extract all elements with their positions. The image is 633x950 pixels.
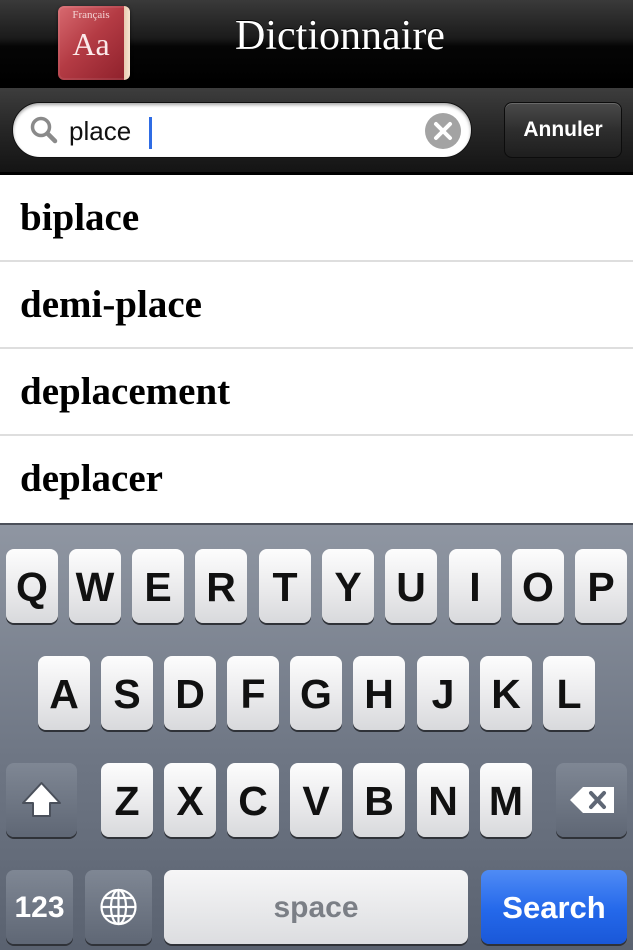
- page-title: Dictionnaire: [235, 13, 445, 59]
- globe-key[interactable]: [85, 870, 152, 944]
- list-item-word: deplacement: [20, 370, 231, 413]
- key-i[interactable]: I: [449, 549, 501, 623]
- list-item[interactable]: deplacer: [0, 436, 633, 523]
- key-t[interactable]: T: [259, 549, 311, 623]
- shift-arrow-icon: [22, 782, 61, 817]
- app-icon-language: Français: [72, 9, 110, 21]
- key-d[interactable]: D: [164, 656, 216, 730]
- list-item[interactable]: demi-place: [0, 262, 633, 349]
- search-bar: place Annuler: [0, 88, 633, 174]
- shift-key[interactable]: [6, 763, 77, 837]
- numbers-key[interactable]: 123: [6, 870, 73, 944]
- key-q[interactable]: Q: [6, 549, 58, 623]
- key-f[interactable]: F: [227, 656, 279, 730]
- text-caret: [149, 117, 152, 149]
- delete-key[interactable]: [556, 763, 627, 837]
- search-key[interactable]: Search: [481, 870, 627, 944]
- list-item[interactable]: biplace: [0, 175, 633, 262]
- globe-icon: [100, 888, 137, 926]
- key-l[interactable]: L: [543, 656, 595, 730]
- space-key[interactable]: space: [164, 870, 468, 944]
- key-j[interactable]: J: [417, 656, 469, 730]
- list-item-word: demi-place: [20, 283, 202, 326]
- key-o[interactable]: O: [512, 549, 564, 623]
- key-k[interactable]: K: [480, 656, 532, 730]
- key-m[interactable]: M: [480, 763, 532, 837]
- search-input[interactable]: place: [12, 102, 472, 158]
- key-b[interactable]: B: [353, 763, 405, 837]
- key-s[interactable]: S: [101, 656, 153, 730]
- backspace-icon: [570, 787, 614, 813]
- key-z[interactable]: Z: [101, 763, 153, 837]
- app-icon-letters: Aa: [72, 26, 110, 62]
- magnifier-icon: [30, 116, 58, 144]
- key-y[interactable]: Y: [322, 549, 374, 623]
- cancel-button[interactable]: Annuler: [504, 102, 622, 158]
- key-h[interactable]: H: [353, 656, 405, 730]
- key-w[interactable]: W: [69, 549, 121, 623]
- keyboard: Q W E R T Y U I O P A S D F G H J K L Z …: [0, 523, 633, 950]
- list-item-word: deplacer: [20, 457, 163, 500]
- dictionary-book-icon: Français Aa: [58, 6, 130, 80]
- results-list: biplace demi-place deplacement deplacer: [0, 175, 633, 523]
- key-r[interactable]: R: [195, 549, 247, 623]
- key-c[interactable]: C: [227, 763, 279, 837]
- key-p[interactable]: P: [575, 549, 627, 623]
- search-input-value[interactable]: place: [69, 115, 131, 147]
- key-a[interactable]: A: [38, 656, 90, 730]
- app-header: Français Aa Dictionnaire: [0, 0, 633, 86]
- key-n[interactable]: N: [417, 763, 469, 837]
- clear-x-icon[interactable]: [425, 113, 461, 149]
- key-v[interactable]: V: [290, 763, 342, 837]
- key-e[interactable]: E: [132, 549, 184, 623]
- key-x[interactable]: X: [164, 763, 216, 837]
- list-item[interactable]: deplacement: [0, 349, 633, 436]
- key-g[interactable]: G: [290, 656, 342, 730]
- list-item-word: biplace: [20, 196, 140, 239]
- key-u[interactable]: U: [385, 549, 437, 623]
